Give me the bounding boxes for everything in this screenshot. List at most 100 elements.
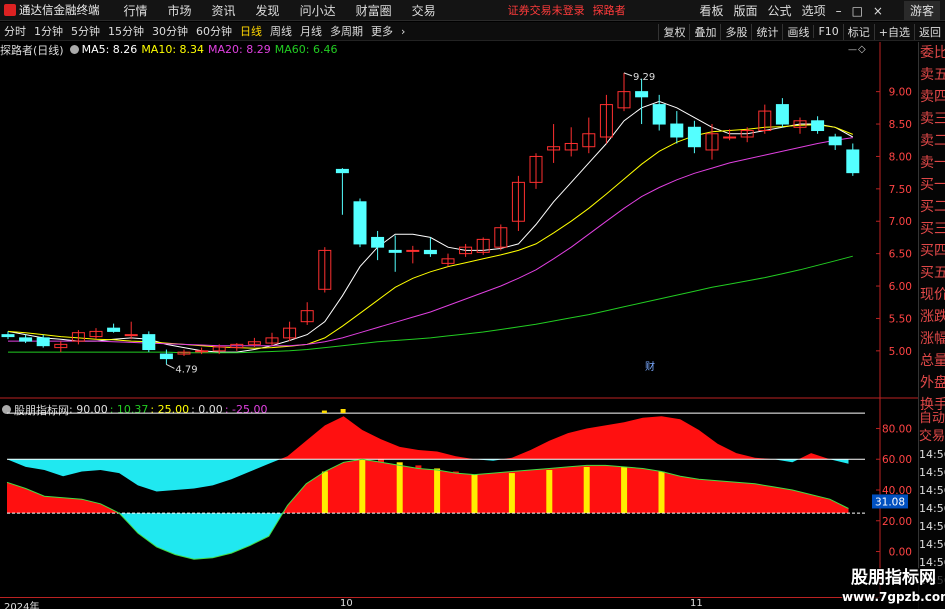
trade-time-3: 14:56 [919,502,945,515]
date-label-nov: 11 [690,598,703,609]
quote-label-9: 买四 [920,243,945,259]
candle-body-39 [687,126,701,148]
diamond-icon: ◇ [858,44,866,55]
trade-time-5: 14:56 [919,538,945,551]
watermark: 股朋指标网 www.7gpzb.com [842,568,945,609]
candle-body-8 [142,334,156,351]
candle-body-9 [159,353,173,360]
ind-bar-10 [508,473,515,514]
ind-bar-9 [490,474,497,514]
ind-tick-label-4: 80.00 [882,423,912,435]
watermark-title: 股朋指标网 [851,568,936,588]
low-price-label: 4.79 [175,364,197,375]
ind-bar-14 [583,466,590,514]
candle-body-41 [723,136,737,139]
price-tick-label-5: 7.50 [889,184,912,196]
low-pointer [166,364,175,369]
ma-line-ma5 [7,100,854,353]
quote-label-12: 涨跌 [920,309,945,325]
ind-bar-11 [527,471,534,514]
price-tick-label-1: 5.50 [889,313,912,325]
quote-label-10: 买五 [920,265,945,281]
chart-area[interactable]: 5.00 5.50 6.00 6.50 7.00 7.50 8.00 8.50 9.00 9.29… [0,0,918,597]
candle-body-19 [335,168,349,174]
quote-label-13: 涨幅 [920,331,945,347]
ind-bar-12 [546,470,553,514]
tool-back[interactable]: 返回 [914,23,945,40]
candle-body-1 [19,337,33,342]
ind-marker-1 [340,409,346,414]
current-value-label: 31.08 [875,496,905,508]
quote-label-4: 卖二 [920,133,945,149]
price-tick-label-3: 6.50 [889,249,912,261]
price-tick-label-8: 9.00 [889,87,912,99]
ind-tick-label-0: 0.00 [889,547,912,559]
candle-body-2 [36,337,50,347]
ind-bar-1 [340,463,347,514]
high-price-label: 9.29 [633,72,655,83]
quote-label-2: 卖四 [920,89,945,105]
quote-label-1: 卖五 [920,67,945,83]
trade-time-0: 14:56 [919,448,945,461]
candle-body-23 [406,249,420,252]
ind-bar-8 [471,474,478,514]
candle-body-46 [811,120,825,132]
trade-time-2: 14:56 [919,484,945,497]
ind-tick-label-1: 20.00 [882,516,912,528]
date-label-year: 2024年 [4,602,40,609]
auto-label[interactable]: 自动 [919,410,945,428]
quote-label-7: 买二 [920,199,945,215]
watermark-url: www.7gpzb.com [842,590,945,604]
candle-body-22 [388,249,402,253]
candle-body-0 [1,334,15,338]
quote-label-5: 卖一 [920,155,945,171]
event-marker-label: 财 [645,360,655,373]
candle-body-37 [652,104,666,125]
price-tick-label-0: 5.00 [889,346,912,358]
ind-bar-15 [602,465,609,514]
quote-label-0: 委比 [920,45,945,61]
ind-bar-6 [434,468,441,514]
ind-bar-16 [621,466,628,514]
ind-bar-4 [396,462,403,514]
ind-bar-5 [415,465,422,514]
candle-body-36 [635,91,649,98]
trade-label[interactable]: 交易 [919,428,945,446]
price-tick-label-4: 7.00 [889,216,912,228]
candle-body-44 [775,104,789,125]
candle-body-21 [371,236,385,248]
quote-label-8: 买三 [920,221,945,237]
candle-body-38 [670,123,684,138]
ind-marker-0 [321,410,327,414]
quote-label-14: 总量 [920,353,945,369]
date-axis: 2024年 10 11 [0,597,880,609]
ind-tick-label-3: 60.00 [882,454,912,466]
ind-bar-13 [565,468,571,514]
quote-label-15: 外盘 [920,375,945,391]
line-icon: — [848,45,857,55]
price-tick-label-7: 8.50 [889,119,912,131]
ind-bar-3 [378,459,384,514]
price-tick-label-6: 8.00 [889,151,912,163]
trade-time-1: 14:56 [919,466,945,479]
quote-panel: 委比卖五卖四卖三卖二卖一买一买二买三买四买五现价涨跌涨幅总量外盘换手净资收益 [918,42,945,457]
candle-body-11 [195,350,209,353]
quote-label-11: 现价 [920,287,945,303]
candle-body-48 [846,149,860,174]
trade-time-4: 14:56 [919,520,945,533]
ma-line-ma10 [7,124,853,349]
high-pointer [623,72,633,77]
ind-bar-2 [359,459,366,514]
ind-bar-18 [658,471,665,514]
candle-body-24 [423,249,437,255]
date-label-oct: 10 [340,598,353,609]
quote-label-3: 卖三 [920,111,945,127]
candle-body-7 [124,334,138,337]
candle-body-6 [107,327,121,332]
candle-body-47 [828,136,842,146]
ind-bar-17 [639,468,646,514]
ind-bar-0 [321,471,328,514]
ind-bar-7 [452,471,459,514]
price-tick-label-2: 6.00 [889,281,912,293]
candle-body-20 [353,201,367,245]
